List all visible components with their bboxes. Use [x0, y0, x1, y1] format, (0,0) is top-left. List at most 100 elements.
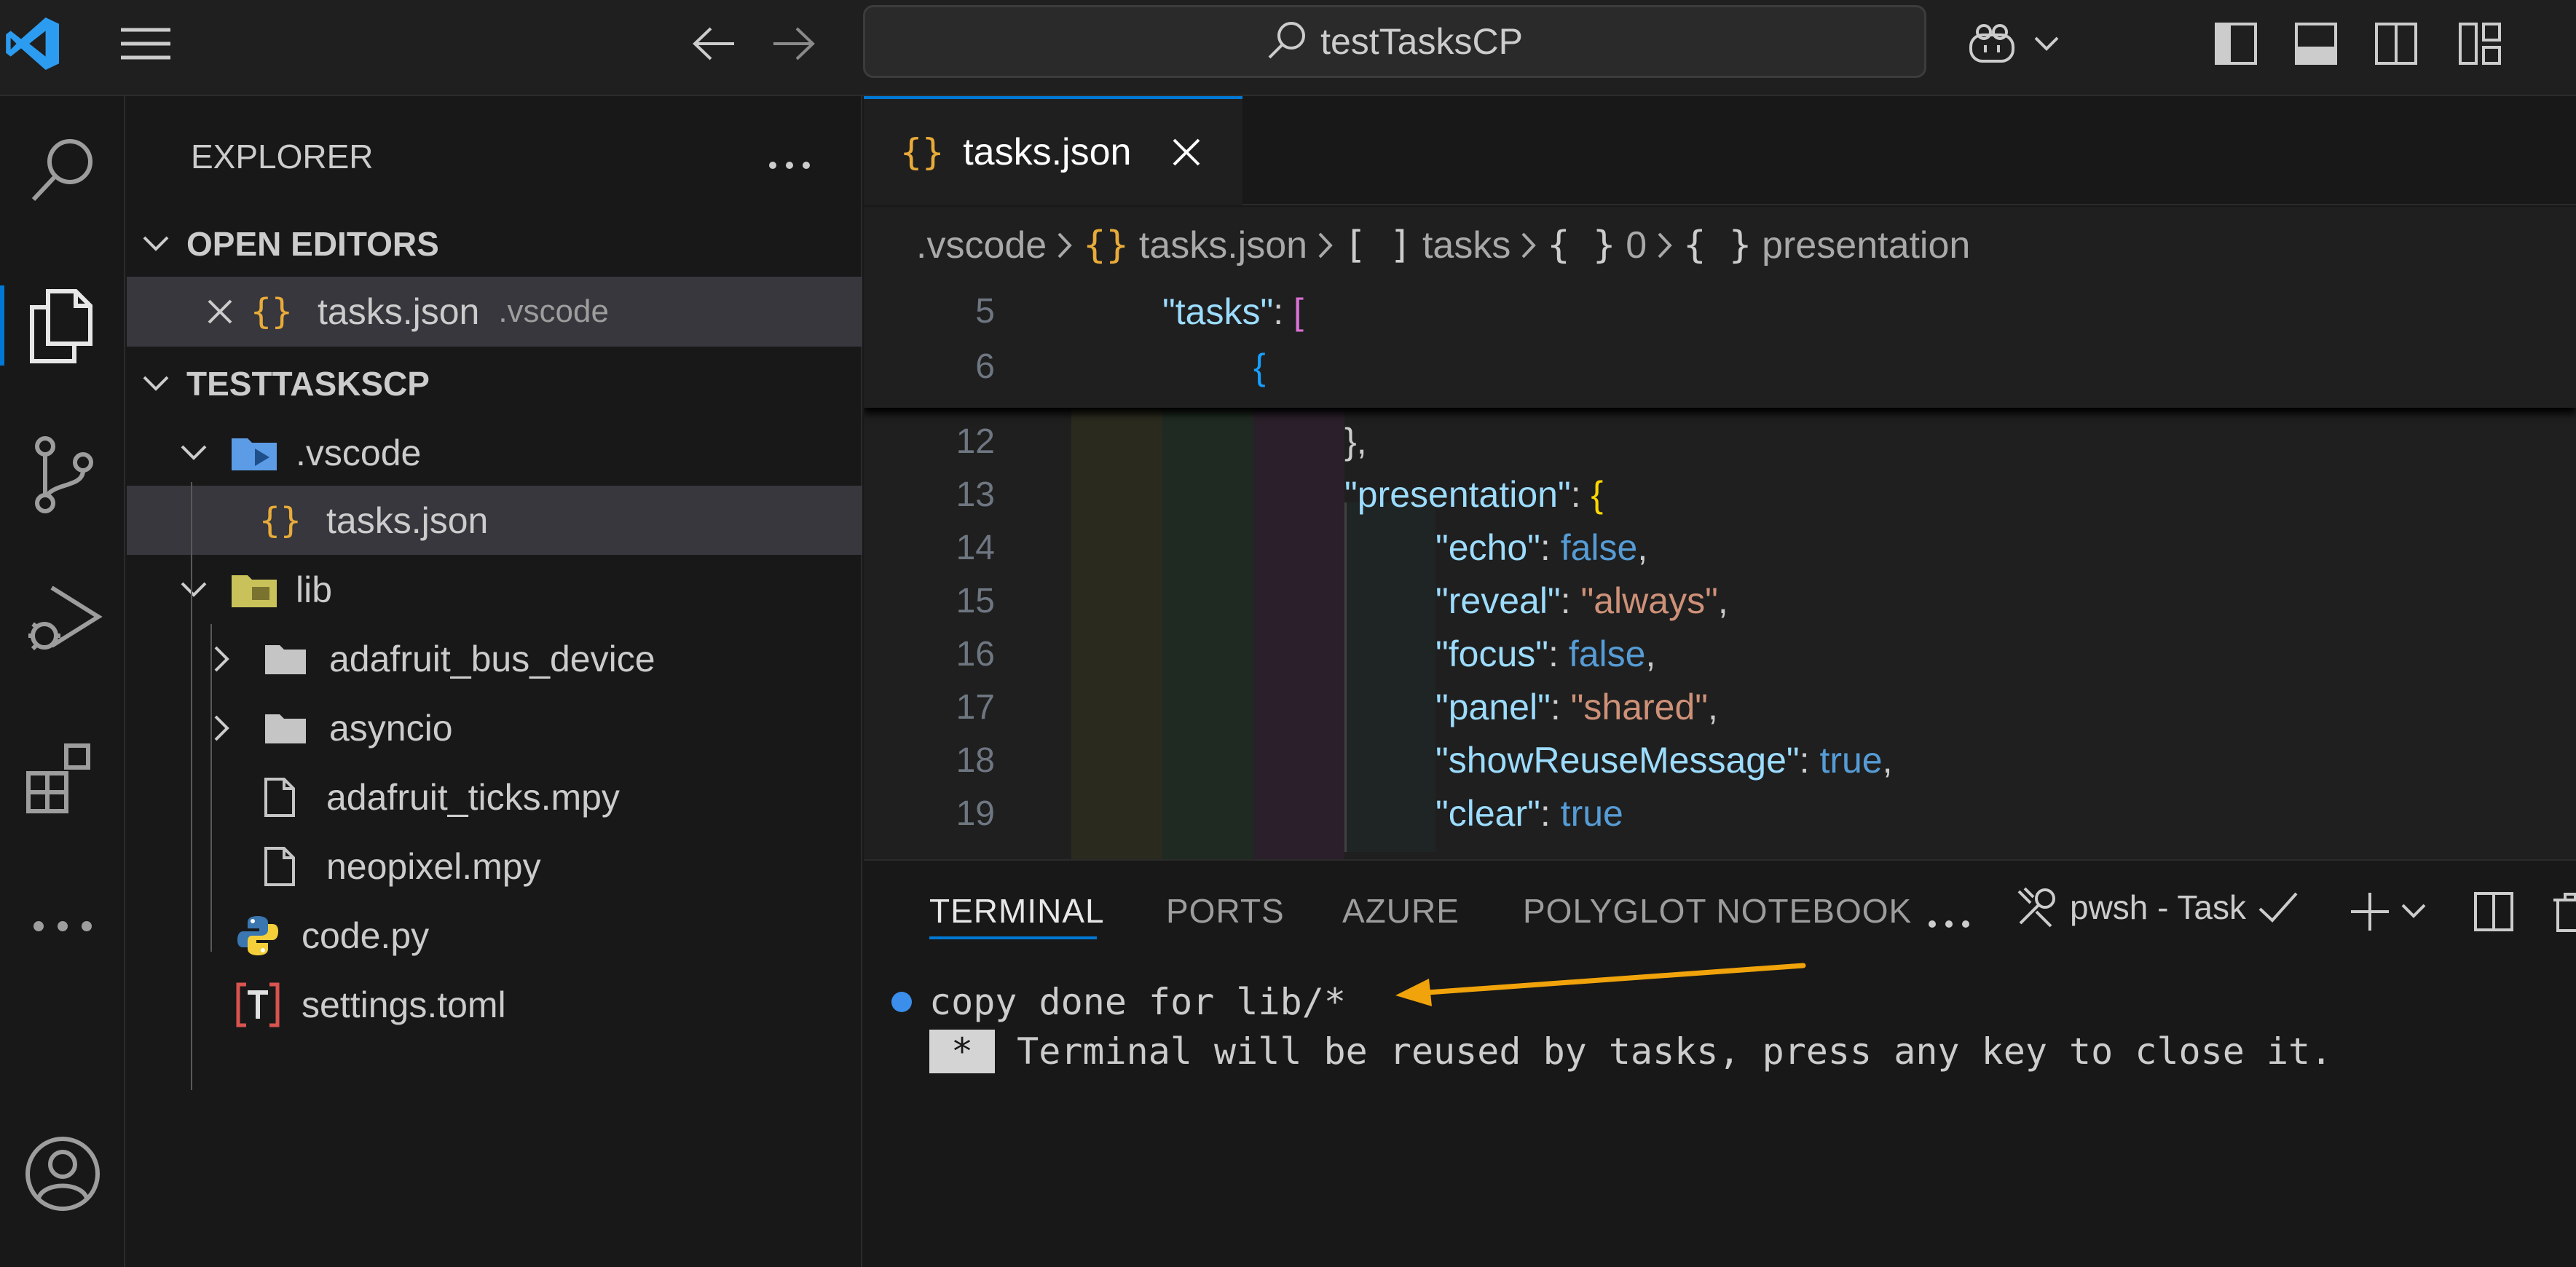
tree-file-settings-toml[interactable]: settings.toml: [127, 970, 862, 1039]
tab-ports[interactable]: PORTS: [1166, 891, 1285, 931]
line-number: 13: [956, 475, 995, 514]
tree-item-label: settings.toml: [302, 984, 506, 1025]
chevron-down-icon: [179, 580, 230, 599]
tree-folder-lib[interactable]: lib: [127, 555, 862, 624]
breadcrumb-item[interactable]: tasks: [1422, 224, 1510, 267]
json-bracket: {: [1591, 474, 1604, 515]
menu-icon[interactable]: [109, 15, 182, 73]
line-number: 12: [956, 422, 995, 461]
tree-folder-vscode[interactable]: .vscode: [127, 420, 862, 486]
workspace-label: TESTTASKSCP: [186, 365, 430, 403]
source-control-icon[interactable]: [0, 420, 125, 529]
split-terminal-icon[interactable]: [2473, 891, 2514, 936]
line-number: 16: [956, 635, 995, 674]
tab-polyglot-notebook[interactable]: POLYGLOT NOTEBOOK: [1523, 891, 1912, 931]
more-actions-icon[interactable]: [1927, 919, 1971, 933]
command-center-search[interactable]: testTasksCP: [863, 5, 1926, 78]
tab-azure[interactable]: AZURE: [1342, 891, 1460, 931]
chevron-right-icon: [213, 714, 264, 743]
explorer-icon[interactable]: [0, 271, 125, 380]
account-icon[interactable]: [0, 1119, 125, 1228]
json-key: "reveal": [1435, 580, 1561, 621]
line-number: 14: [956, 529, 995, 567]
chevron-down-icon: [179, 443, 230, 462]
toggle-panel-icon[interactable]: [2287, 15, 2345, 73]
customize-layout-icon[interactable]: [2451, 15, 2509, 73]
open-editor-name: tasks.json: [318, 291, 480, 332]
breadcrumb-item[interactable]: presentation: [1762, 224, 1970, 267]
activity-bar: [0, 96, 125, 1267]
open-editor-folder: .vscode: [498, 293, 609, 329]
tree-folder-asyncio[interactable]: asyncio: [127, 693, 862, 762]
back-arrow-icon[interactable]: [685, 15, 743, 73]
chevron-down-icon: [141, 234, 186, 253]
editor-tab-bar: {} tasks.json: [864, 96, 2576, 205]
toggle-secondary-sidebar-icon[interactable]: [2367, 15, 2425, 73]
json-file-icon: {}: [900, 131, 945, 173]
json-value: false: [1560, 527, 1638, 568]
indent-guide: [1071, 408, 1162, 859]
terminal-name: pwsh - Task: [2070, 888, 2247, 926]
tree-item-label: adafruit_bus_device: [329, 638, 655, 679]
chevron-down-icon[interactable]: [2028, 15, 2065, 73]
breadcrumb: .vscode {} tasks.json [ ] tasks { } 0 { …: [864, 207, 2576, 284]
extensions-icon[interactable]: [0, 722, 125, 832]
active-tab-indicator: [929, 936, 1097, 939]
object-icon: { }: [1683, 224, 1752, 267]
chevron-down-icon[interactable]: [2400, 903, 2427, 923]
terminal-output-line: copy done for lib/*: [929, 981, 1346, 1023]
close-icon[interactable]: [1172, 138, 1201, 167]
close-icon[interactable]: [207, 299, 251, 325]
tab-label: TERMINAL: [929, 892, 1105, 930]
tree-file-neopixel[interactable]: neopixel.mpy: [127, 832, 862, 901]
workspace-section[interactable]: TESTTASKSCP: [127, 358, 862, 409]
breadcrumb-item[interactable]: .vscode: [916, 224, 1047, 267]
tree-item-label: code.py: [302, 915, 430, 956]
forward-arrow-icon[interactable]: [765, 15, 823, 73]
new-terminal-icon[interactable]: [2349, 891, 2390, 936]
toggle-primary-sidebar-icon[interactable]: [2207, 15, 2265, 73]
search-icon: [1267, 20, 1307, 64]
editor-tab-tasks-json[interactable]: {} tasks.json: [864, 96, 1242, 205]
tree-item-label: neopixel.mpy: [326, 845, 541, 887]
tree-item-label: asyncio: [329, 707, 453, 749]
chevron-right-icon: [213, 644, 264, 674]
tree-file-adafruit-ticks[interactable]: adafruit_ticks.mpy: [127, 762, 862, 832]
tab-terminal[interactable]: TERMINAL: [929, 891, 1105, 939]
code-line: "panel": "shared",: [1435, 687, 1718, 727]
breadcrumb-item[interactable]: 0: [1626, 224, 1647, 267]
open-editors-section[interactable]: OPEN EDITORS: [127, 218, 862, 269]
tools-icon: [2014, 885, 2058, 929]
search-box-text: testTasksCP: [1320, 21, 1523, 62]
trash-icon[interactable]: [2553, 891, 2576, 937]
lib-folder-icon: [230, 571, 296, 609]
code-editor[interactable]: 5 "tasks": [ 6 { 12 }, 13 "presentation"…: [864, 284, 2576, 859]
run-debug-icon[interactable]: [0, 566, 125, 675]
code-line: "focus": false,: [1435, 634, 1656, 674]
python-icon: [236, 914, 302, 958]
json-key: "showReuseMessage": [1435, 740, 1800, 781]
tree-file-tasks-json[interactable]: {} tasks.json: [127, 486, 862, 555]
file-icon: [264, 777, 326, 818]
breadcrumb-item[interactable]: tasks.json: [1139, 224, 1307, 267]
reuse-message: Terminal will be reused by tasks, press …: [1017, 1030, 2333, 1073]
copilot-icon[interactable]: [1963, 15, 2021, 73]
bottom-panel: TERMINAL PORTS AZURE POLYGLOT NOTEBOOK p…: [864, 859, 2576, 1267]
sticky-scroll[interactable]: 5 "tasks": [ 6 {: [864, 284, 2576, 408]
line-number: 17: [956, 688, 995, 727]
tab-label: PORTS: [1166, 892, 1285, 930]
code-line: "echo": false,: [1435, 527, 1648, 568]
tree-folder-adafruit-bus-device[interactable]: adafruit_bus_device: [127, 624, 862, 693]
tree-file-code-py[interactable]: code.py: [127, 901, 862, 970]
terminal-selector[interactable]: pwsh - Task: [2014, 885, 2299, 929]
more-icon[interactable]: [0, 872, 125, 981]
code-line: "reveal": "always",: [1435, 580, 1728, 621]
json-key: "focus": [1435, 634, 1549, 674]
title-bar: testTasksCP: [0, 0, 2576, 96]
search-icon[interactable]: [0, 114, 125, 224]
more-actions-icon[interactable]: [768, 137, 811, 179]
tab-label: POLYGLOT NOTEBOOK: [1523, 892, 1913, 930]
code-line: "presentation": {: [1344, 474, 1604, 515]
folder-icon: [264, 642, 307, 676]
open-editor-item[interactable]: {} tasks.json .vscode: [127, 277, 862, 347]
